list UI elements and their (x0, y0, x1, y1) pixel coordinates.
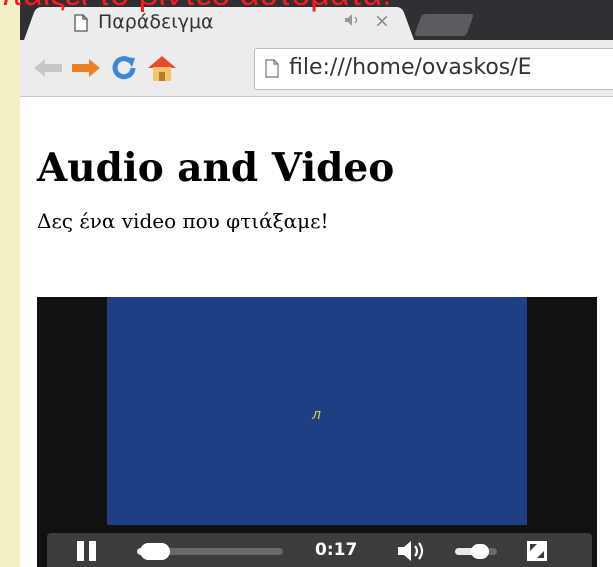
page-icon (74, 14, 88, 32)
pause-button[interactable] (77, 541, 97, 561)
reload-icon (112, 56, 136, 80)
page-text: Δες ένα video που φτιάξαμε! (37, 209, 329, 233)
fullscreen-icon (527, 541, 547, 561)
forward-arrow-icon (72, 59, 100, 77)
page-heading: Audio and Video (37, 145, 395, 191)
home-button[interactable] (146, 52, 178, 84)
new-tab-button[interactable] (413, 14, 475, 36)
volume-icon (398, 541, 424, 561)
back-button[interactable] (32, 52, 64, 84)
browser-toolbar: file:///home/ovaskos/E (20, 40, 613, 97)
audio-playing-icon (344, 13, 362, 31)
reload-button[interactable] (108, 52, 140, 84)
volume-slider-thumb[interactable] (471, 544, 489, 559)
address-url: file:///home/ovaskos/E (289, 55, 532, 80)
tab-title: Παράδειγμα (98, 11, 214, 33)
seek-bar[interactable] (137, 543, 283, 560)
time-display: 0:17 (315, 540, 358, 560)
video-player[interactable]: л 0:17 (37, 297, 597, 567)
page-icon (265, 59, 279, 78)
forward-button[interactable] (70, 52, 102, 84)
video-frame[interactable]: л (107, 297, 527, 525)
back-arrow-icon (34, 59, 62, 77)
volume-slider[interactable] (455, 544, 497, 559)
seek-bar-thumb[interactable] (140, 543, 170, 560)
address-bar[interactable]: file:///home/ovaskos/E (254, 48, 613, 90)
page-content: Audio and Video Δες ένα video που φτιάξα… (20, 97, 613, 567)
slide-caption: παίζει το βίντεο αυτόματα. (0, 0, 613, 14)
browser-window: Παράδειγμα × file:///home/ovaskos/E Audi… (20, 0, 613, 567)
video-controls: 0:17 (47, 533, 592, 567)
pause-icon (77, 541, 84, 561)
home-icon (148, 56, 176, 81)
mute-button[interactable] (397, 540, 431, 562)
video-frame-mark: л (312, 407, 321, 423)
pause-icon (89, 541, 96, 561)
fullscreen-button[interactable] (527, 541, 547, 561)
